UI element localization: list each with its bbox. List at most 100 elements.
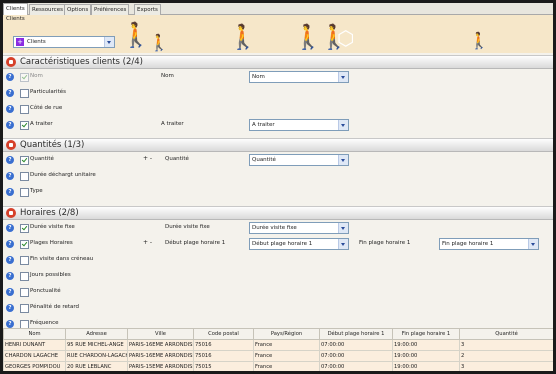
help-icon[interactable]: ?: [6, 224, 14, 232]
walking-person-faded-icon: 🚶: [469, 31, 489, 50]
help-icon[interactable]: ?: [6, 188, 14, 196]
quantite-select[interactable]: Quantité: [249, 154, 349, 166]
column-header[interactable]: Pays/Région: [253, 328, 320, 340]
nom-select[interactable]: Nom: [249, 71, 349, 83]
walking-person-faded-icon: 🚶: [149, 33, 169, 52]
table-cell: 19:00:00: [392, 350, 460, 362]
collapse-icon[interactable]: [6, 208, 16, 218]
debut-plage-select[interactable]: Début plage horaire 1: [249, 238, 349, 250]
duree-dechargement-checkbox[interactable]: [20, 172, 29, 181]
option-row-a-traiter: ? A traiter A traiter A traiter: [3, 117, 553, 133]
tab-options[interactable]: Options: [64, 4, 92, 15]
duree-visite-fixe-select[interactable]: Durée visite fixe: [249, 222, 349, 234]
tab-bar: Clients Ressources Options Préférences E…: [3, 3, 553, 15]
column-header[interactable]: Fin plage horaire 1: [392, 328, 460, 340]
table-cell: 19:00:00: [392, 361, 460, 371]
jours-possibles-checkbox[interactable]: [20, 272, 29, 281]
section-horaires[interactable]: Horaires (2/8): [3, 206, 553, 220]
help-icon[interactable]: ?: [6, 89, 14, 97]
help-icon[interactable]: ?: [6, 272, 14, 280]
collapse-icon[interactable]: [6, 140, 16, 150]
column-header[interactable]: Quantité: [459, 328, 553, 340]
collapse-icon[interactable]: [6, 57, 16, 67]
cote-de-rue-checkbox[interactable]: [20, 105, 29, 114]
tab-ressources[interactable]: Ressources: [29, 4, 66, 15]
section-quantites[interactable]: Quantités (1/3): [3, 138, 553, 152]
package-icon: ⬡: [337, 26, 355, 50]
option-row-nom: ? Nom Nom Nom: [3, 69, 553, 85]
help-icon[interactable]: ?: [6, 240, 14, 248]
help-icon[interactable]: ?: [6, 105, 14, 113]
chevron-down-icon[interactable]: [528, 239, 538, 249]
help-icon[interactable]: ?: [6, 156, 14, 164]
fin-plage-select[interactable]: Fin plage horaire 1: [439, 238, 539, 250]
option-row-duree-dechargement: ? Durée déchargt unitaire: [3, 168, 553, 184]
ponctualite-checkbox[interactable]: [20, 288, 29, 297]
help-icon[interactable]: ?: [6, 172, 14, 180]
clients-table: Nom Adresse Ville Code postal Pays/Régio…: [3, 328, 553, 371]
help-icon[interactable]: ?: [6, 304, 14, 312]
chevron-down-icon[interactable]: [338, 72, 348, 82]
table-cell: 07:00:00: [319, 350, 393, 362]
client-type-select[interactable]: + Clients: [13, 36, 115, 48]
table-cell: 07:00:00: [319, 361, 393, 371]
option-row-ponctualite: ? Ponctualité: [3, 284, 553, 300]
header-label: Clients: [6, 16, 25, 22]
table-cell: RUE CHARDON-LAGACHE: [65, 350, 128, 362]
column-header[interactable]: Code postal: [193, 328, 254, 340]
column-header[interactable]: Adresse: [65, 328, 128, 340]
table-cell: HENRI DUNANT: [3, 339, 66, 351]
table-cell: PARIS-16EME ARRONDISSEMENT: [127, 350, 194, 362]
help-icon[interactable]: ?: [6, 288, 14, 296]
tab-clients[interactable]: Clients: [3, 3, 28, 15]
column-header[interactable]: Début plage horaire 1: [319, 328, 393, 340]
table-cell: 19:00:00: [392, 339, 460, 351]
frequence-checkbox[interactable]: [20, 320, 29, 328]
walking-person-icon: 🚶: [121, 21, 151, 49]
table-row[interactable]: CHARDON LAGACHE RUE CHARDON-LAGACHE PARI…: [3, 350, 553, 362]
tab-preferences[interactable]: Préférences: [91, 4, 130, 15]
help-icon[interactable]: ?: [6, 121, 14, 129]
column-header[interactable]: Ville: [127, 328, 194, 340]
table-cell: 75015: [193, 361, 254, 371]
table-cell: 3: [459, 339, 553, 351]
table-cell: 2: [459, 350, 553, 362]
table-cell: France: [253, 350, 320, 362]
table-row[interactable]: GEORGES POMPIDOU 20 RUE LEBLANC PARIS-15…: [3, 361, 553, 371]
option-row-quantite: ? Quantité + - Quantité Quantité: [3, 152, 553, 168]
tab-exports[interactable]: Exports: [134, 4, 161, 15]
chevron-down-icon[interactable]: [338, 223, 348, 233]
chevron-down-icon[interactable]: [338, 239, 348, 249]
option-row-jours-possibles: ? Jours possibles: [3, 268, 553, 284]
table-cell: PARIS-16EME ARRONDISSEMENT: [127, 339, 194, 351]
plages-horaires-checkbox[interactable]: [20, 240, 29, 249]
table-cell: 3: [459, 361, 553, 371]
add-remove-controls[interactable]: + -: [143, 239, 152, 246]
plus-icon: +: [16, 38, 24, 46]
fin-visite-checkbox[interactable]: [20, 256, 29, 265]
table-row[interactable]: HENRI DUNANT 95 RUE MICHEL-ANGE PARIS-16…: [3, 339, 553, 351]
type-checkbox[interactable]: [20, 188, 29, 197]
help-icon[interactable]: ?: [6, 73, 14, 81]
table-cell: 07:00:00: [319, 339, 393, 351]
particularites-checkbox[interactable]: [20, 89, 29, 98]
column-header[interactable]: Nom: [3, 328, 66, 340]
add-remove-controls[interactable]: + -: [143, 155, 152, 162]
penalite-checkbox[interactable]: [20, 304, 29, 313]
section-caracteristiques[interactable]: Caractéristiques clients (2/4): [3, 55, 553, 69]
option-row-plages-horaires: ? Plages Horaires + - Début plage horair…: [3, 236, 553, 252]
option-row-fin-visite: ? Fin visite dans créneau: [3, 252, 553, 268]
a-traiter-checkbox[interactable]: [20, 121, 29, 130]
help-icon[interactable]: ?: [6, 320, 14, 328]
chevron-down-icon[interactable]: [104, 37, 114, 47]
quantite-checkbox[interactable]: [20, 156, 29, 165]
table-cell: France: [253, 361, 320, 371]
duree-visite-fixe-checkbox[interactable]: [20, 224, 29, 233]
chevron-down-icon[interactable]: [338, 120, 348, 130]
option-row-penalite: ? Pénalité de retard: [3, 300, 553, 316]
nom-checkbox: [20, 73, 29, 82]
help-icon[interactable]: ?: [6, 256, 14, 264]
a-traiter-select[interactable]: A traiter: [249, 119, 349, 131]
chevron-down-icon[interactable]: [338, 155, 348, 165]
option-row-particularites: ? Particularités: [3, 85, 553, 101]
